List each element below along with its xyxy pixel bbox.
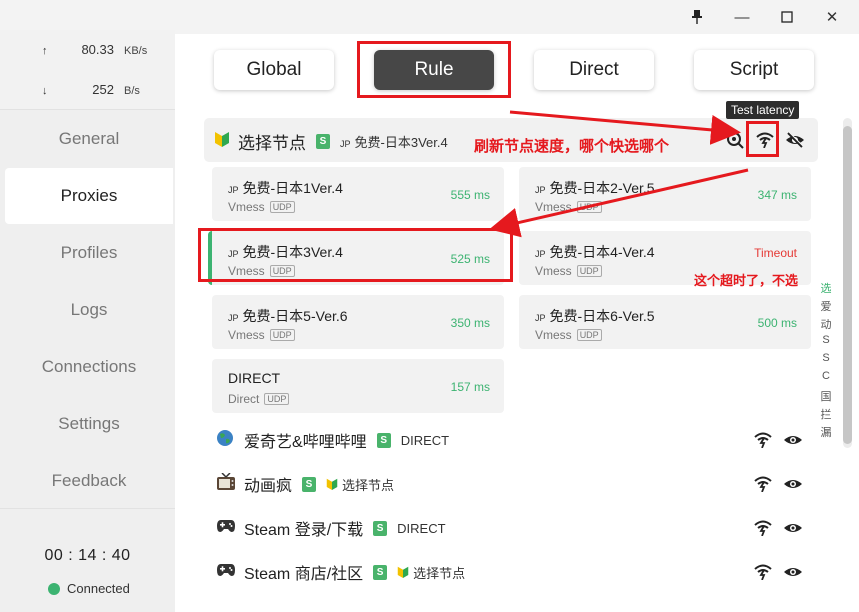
annotation-timeout-note: 这个超时了，不选 — [694, 274, 799, 289]
annotation-refresh-note: 刷新节点速度，哪个快选哪个 — [474, 137, 670, 155]
annotation-arrows — [489, 110, 749, 238]
